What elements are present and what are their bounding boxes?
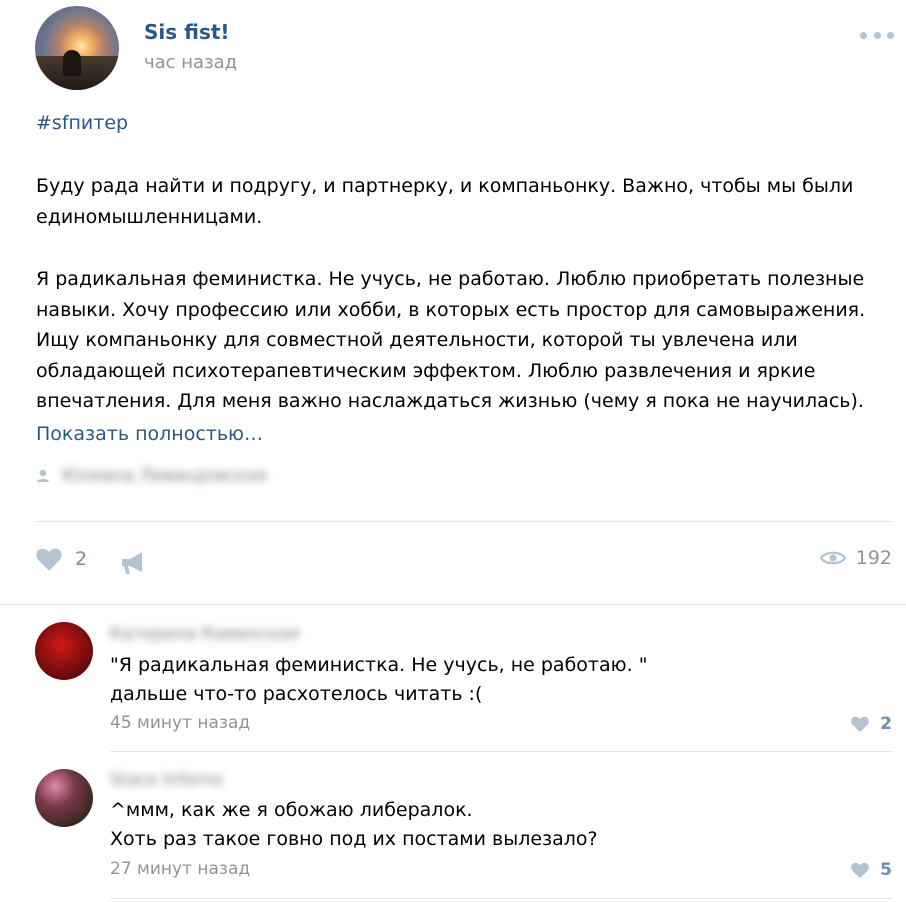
comment-like-count: 2 [880, 714, 892, 734]
post-paragraph: Буду рада найти и подругу, и партнерку, … [36, 175, 854, 228]
comment-text: ^ммм, как же я обожаю либералок. [110, 799, 473, 821]
post-paragraph: Я радикальная феминистка. Не учусь, не р… [36, 268, 866, 412]
more-icon[interactable] [860, 30, 894, 40]
comment-avatar[interactable] [35, 769, 93, 827]
more-dot [887, 31, 894, 39]
signer-name[interactable]: Юлиана Левандовская [62, 466, 267, 486]
like-count: 2 [75, 548, 88, 570]
show-more-link[interactable]: Показать полностью… [36, 423, 263, 445]
post-signer[interactable]: Юлиана Левандовская [36, 466, 267, 486]
views-counter: 192 [819, 547, 892, 569]
eye-icon [819, 551, 846, 565]
divider [110, 751, 893, 752]
comment-time[interactable]: 27 минут назад [110, 859, 250, 879]
more-dot [860, 31, 867, 39]
like-button[interactable]: 2 [35, 546, 87, 572]
comment-author[interactable]: Катерина Каминская [110, 624, 299, 644]
heart-icon [36, 548, 62, 571]
post-hashtag[interactable]: #sfпитер [36, 112, 128, 134]
comment-text: Хоть раз такое говно под их постами выле… [110, 828, 598, 850]
user-icon [37, 469, 49, 482]
comment-text: дальше что-то расхотелось читать :( [110, 683, 483, 705]
comment-text: "Я радикальная феминистка. Не учусь, не … [110, 654, 648, 676]
views-count: 192 [855, 547, 892, 569]
heart-icon [851, 716, 870, 733]
divider [35, 521, 893, 522]
comment-like-count: 5 [880, 860, 892, 880]
post-author[interactable]: Sis fist! [144, 20, 230, 44]
comment-time[interactable]: 45 минут назад [110, 713, 250, 733]
avatar-figure [63, 50, 81, 76]
divider [0, 604, 906, 605]
comment-like-button[interactable]: 5 [850, 860, 892, 880]
share-icon[interactable] [120, 550, 148, 576]
comment-author[interactable]: Stace Inferno [110, 770, 223, 790]
comment-avatar[interactable] [35, 622, 93, 680]
divider [110, 898, 893, 899]
post-avatar[interactable] [35, 6, 119, 90]
more-dot [873, 31, 881, 39]
heart-icon [851, 862, 870, 879]
post-time[interactable]: час назад [144, 52, 237, 73]
comment-like-button[interactable]: 2 [850, 714, 892, 734]
